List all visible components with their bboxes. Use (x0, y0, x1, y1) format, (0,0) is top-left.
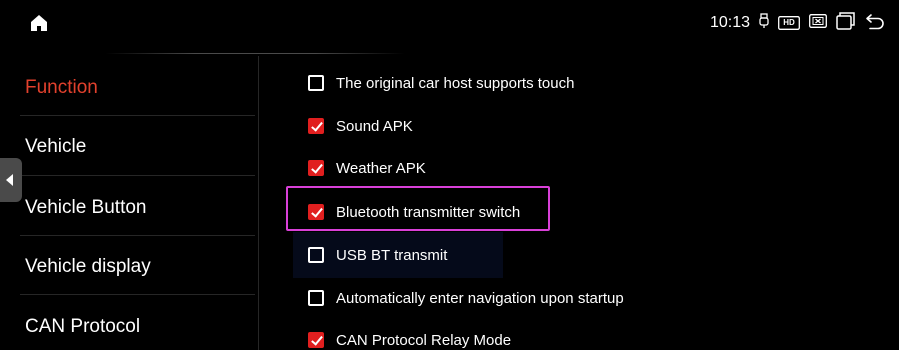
checkbox[interactable] (308, 290, 324, 306)
menu-divider (20, 115, 255, 116)
menu-item-label: Function (25, 77, 98, 98)
settings-screen: 10:13 HD Function Vehicle Vehicle Button… (0, 0, 899, 350)
top-bar: 10:13 HD (0, 0, 899, 46)
option-label: USB BT transmit (336, 246, 448, 264)
close-box-icon[interactable] (809, 13, 827, 33)
option-original-host-touch[interactable]: The original car host supports touch (308, 73, 574, 93)
option-auto-navigation[interactable]: Automatically enter navigation upon star… (308, 288, 624, 308)
option-usb-bt-transmit[interactable]: USB BT transmit (308, 245, 447, 265)
hd-icon: HD (778, 16, 800, 30)
option-weather-apk[interactable]: Weather APK (308, 158, 426, 178)
settings-menu: Function Vehicle Vehicle Button Vehicle … (0, 56, 258, 350)
checkbox[interactable] (308, 75, 324, 91)
option-label: Weather APK (336, 159, 426, 177)
option-can-relay-mode[interactable]: CAN Protocol Relay Mode (308, 330, 511, 350)
checkbox-checked[interactable] (308, 160, 324, 176)
clock: 10:13 (709, 14, 750, 31)
menu-item-can-protocol[interactable]: CAN Protocol (25, 316, 140, 338)
option-label: Sound APK (336, 117, 413, 135)
status-area: 10:13 HD (709, 11, 885, 35)
back-icon[interactable] (865, 12, 885, 35)
usb-plug-icon (759, 12, 769, 34)
checkbox[interactable] (308, 247, 324, 263)
menu-item-label: Vehicle Button (25, 197, 147, 218)
menu-item-vehicle-display[interactable]: Vehicle display (25, 256, 151, 278)
option-sound-apk[interactable]: Sound APK (308, 116, 413, 136)
menu-item-vehicle-button[interactable]: Vehicle Button (25, 197, 146, 219)
menu-divider (20, 294, 255, 295)
checkbox-checked[interactable] (308, 332, 324, 348)
side-drawer-handle[interactable] (0, 158, 22, 202)
menu-divider (20, 175, 255, 176)
checkbox-checked[interactable] (308, 204, 324, 220)
hd-label: HD (783, 18, 795, 27)
menu-item-vehicle[interactable]: Vehicle (25, 136, 86, 158)
menu-item-label: Vehicle display (25, 256, 151, 277)
menu-item-function[interactable]: Function (25, 77, 98, 99)
option-label: The original car host supports touch (336, 74, 575, 92)
menu-divider (20, 235, 255, 236)
column-divider (258, 56, 259, 350)
chevron-left-icon (6, 174, 13, 186)
option-label: CAN Protocol Relay Mode (336, 331, 512, 349)
option-bluetooth-transmitter[interactable]: Bluetooth transmitter switch (308, 202, 520, 222)
recent-apps-icon[interactable] (836, 11, 856, 35)
top-divider (105, 53, 405, 54)
menu-item-label: CAN Protocol (25, 316, 141, 337)
option-label: Bluetooth transmitter switch (336, 203, 521, 221)
option-label: Automatically enter navigation upon star… (336, 289, 624, 307)
checkbox-checked[interactable] (308, 118, 324, 134)
menu-item-label: Vehicle (25, 136, 87, 157)
home-icon[interactable] (30, 14, 48, 32)
